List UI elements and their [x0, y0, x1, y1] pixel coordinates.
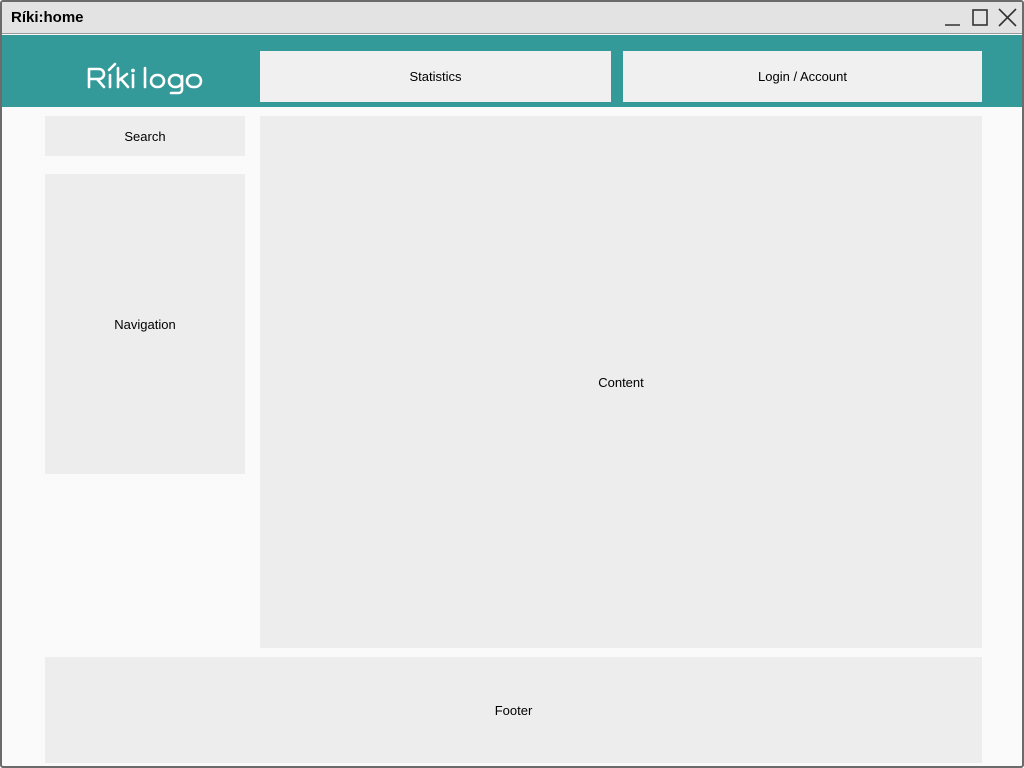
- app-window: Ríki:home Statistics Login / Account Sea…: [0, 0, 1024, 768]
- statistics-button[interactable]: Statistics: [260, 51, 611, 102]
- minimize-icon: [945, 24, 960, 26]
- navigation-panel[interactable]: Navigation: [45, 174, 245, 474]
- riki-logo[interactable]: [85, 61, 213, 95]
- site-header: Statistics Login / Account: [2, 35, 1022, 107]
- minimize-button[interactable]: [942, 7, 964, 29]
- maximize-icon: [972, 9, 988, 26]
- maximize-button[interactable]: [969, 7, 991, 29]
- content-area: Content: [260, 116, 982, 648]
- footer: Footer: [45, 657, 982, 763]
- title-bar[interactable]: Ríki:home: [2, 2, 1022, 34]
- close-icon: [998, 8, 1017, 27]
- close-button[interactable]: [997, 7, 1019, 29]
- search-box[interactable]: Search: [45, 116, 245, 156]
- window-title: Ríki:home: [11, 9, 84, 26]
- login-account-button[interactable]: Login / Account: [623, 51, 982, 102]
